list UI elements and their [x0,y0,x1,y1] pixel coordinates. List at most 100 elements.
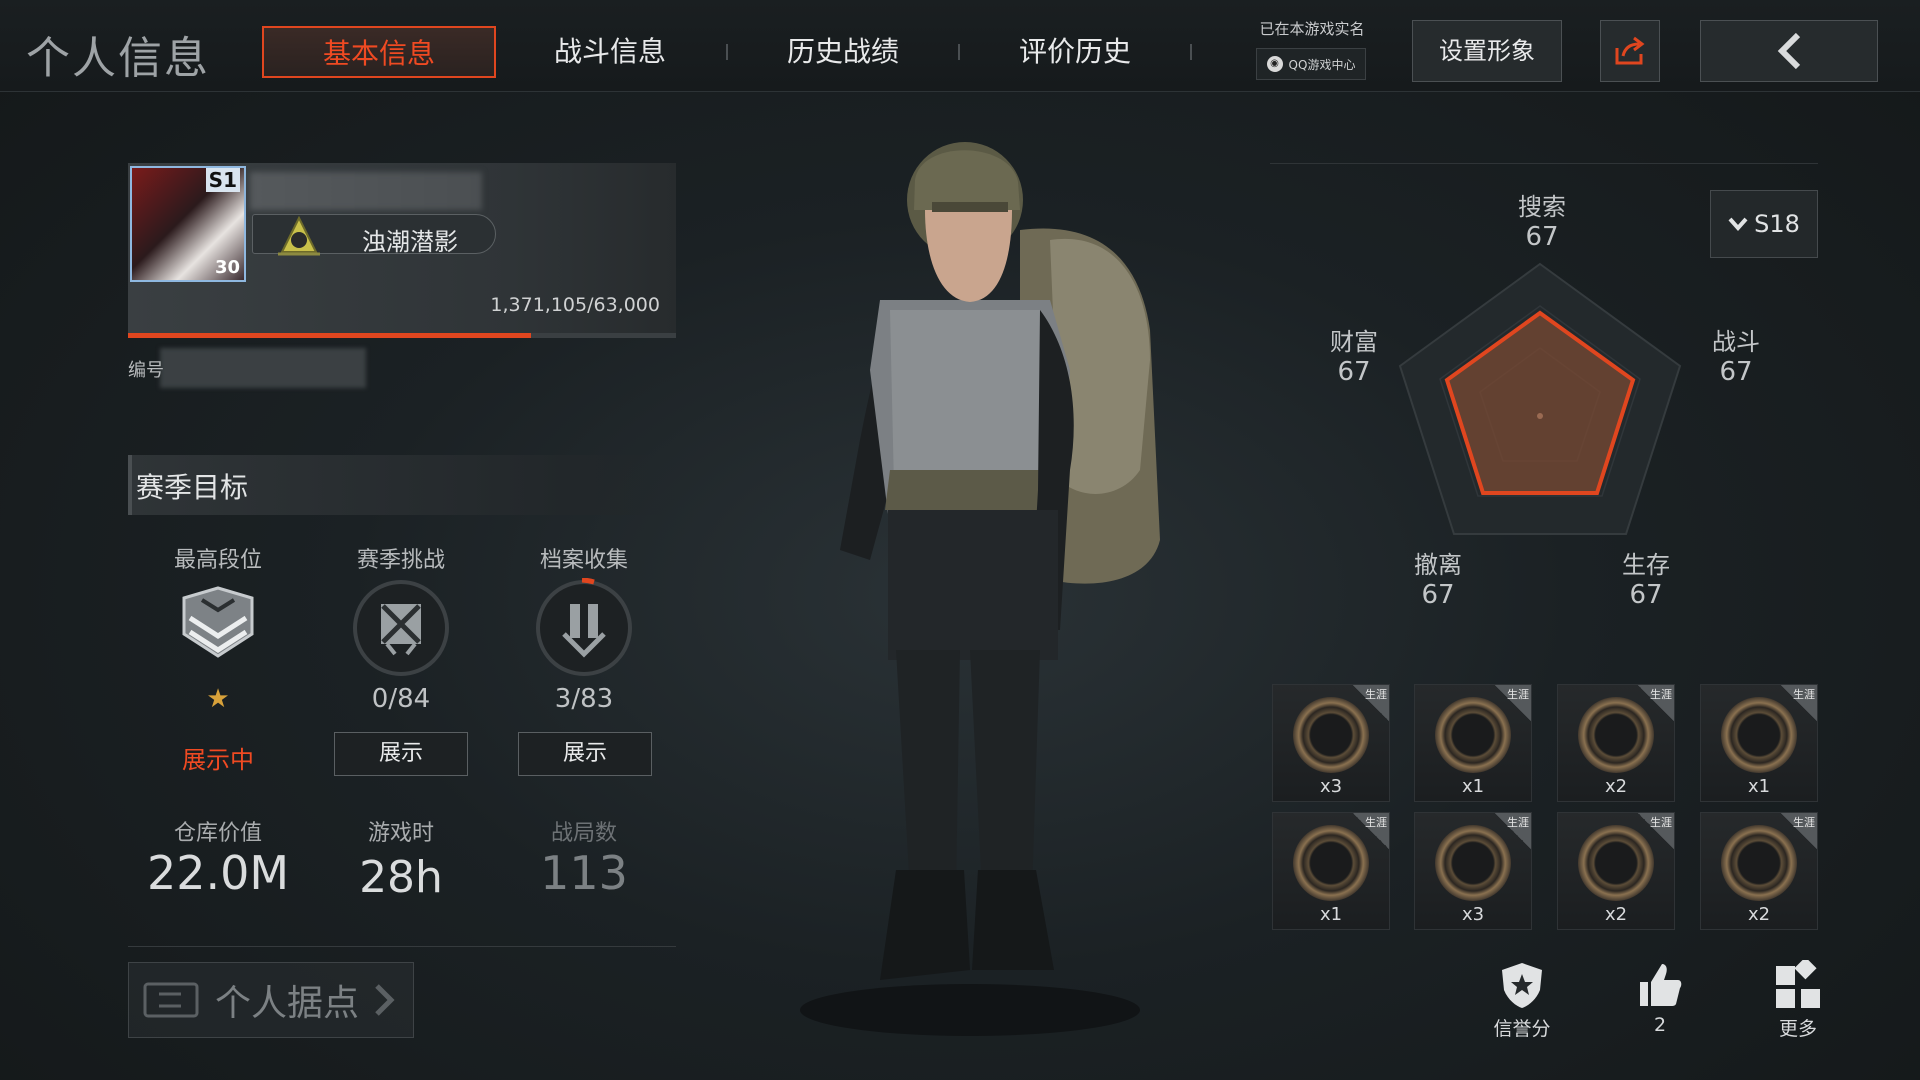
more-button[interactable]: 更多 [1758,960,1838,1041]
highest-rank-star: ★ [206,684,230,714]
season-select-dropdown[interactable]: S18 [1710,190,1818,258]
chevron-down-icon [1728,217,1748,231]
section-divider [128,946,676,947]
goal-label-highest-rank: 最高段位 [173,548,262,573]
medal-count: x2 [1604,904,1628,925]
xp-text: 1,371,105/63,000 [490,294,660,316]
medal-count: x3 [1319,776,1343,797]
stat-label-match-count: 战局数 [550,821,617,846]
personal-base-button[interactable]: 个人据点 [128,962,414,1038]
medal-tag-label: 生涯 [1650,688,1672,701]
tab-review-history[interactable]: 评价历史 [960,26,1190,78]
medal-count: x1 [1461,776,1485,797]
medal-slot[interactable]: 生涯 x1 [1414,684,1532,802]
avatar[interactable]: S1 30 [130,166,246,282]
tab-history-record[interactable]: 历史战绩 [728,26,958,78]
level-number: 30 [214,257,240,278]
warehouse-value: 22.0M [146,846,290,900]
share-icon [1615,36,1645,65]
stat-label-play-time: 游戏时 [367,821,434,846]
qq-icon: ◉ [1266,56,1283,72]
shield-star-icon [1502,963,1542,1008]
radar-value-wealth: 67 [1337,357,1371,387]
player-name-blurred [250,172,482,210]
xp-progress-fill [128,333,531,338]
tab-battle-info[interactable]: 战斗信息 [495,26,725,78]
medal-career-tag: 生涯 [1638,685,1674,721]
medal-tag-label: 生涯 [1793,816,1815,829]
page-title: 个人信息 [26,33,210,84]
rank-emblem-icon [278,215,320,256]
medal-career-tag: 生涯 [1495,813,1531,849]
radar-label-extract: 撤离 67 [1414,551,1462,610]
medal-count: x1 [1319,904,1343,925]
radar-separator [1270,163,1818,164]
medal-slot[interactable]: 生涯 x1 [1272,812,1390,930]
rank-chevron-icon [182,586,254,658]
player-id-blurred [160,348,366,388]
medal-tag-label: 生涯 [1507,816,1529,829]
credit-score-label: 信誉分 [1493,1018,1551,1040]
radar-value-search: 67 [1525,222,1559,252]
play-time-value: 28h [359,852,443,903]
season-goals-title: 赛季目标 [136,471,249,504]
radar-value-extract: 67 [1421,580,1455,610]
medal-count: x3 [1461,904,1485,925]
medal-count: x2 [1747,904,1771,925]
archive-collection-progress: 3/83 [554,684,614,714]
medal-slot[interactable]: 生涯 x2 [1557,812,1675,930]
archive-collection-icon [536,578,632,676]
xp-progress-bar [128,333,676,338]
medal-slot[interactable]: 生涯 x2 [1557,684,1675,802]
qq-center-label: QQ游戏中心 [1288,57,1356,72]
share-button[interactable] [1600,20,1660,82]
medal-tag-label: 生涯 [1365,688,1387,701]
like-button[interactable]: 2 [1620,960,1700,1036]
season-challenge-icon [353,580,449,676]
goal-label-archive: 档案收集 [539,548,628,573]
medal-count: x1 [1747,776,1771,797]
show-season-challenge-button[interactable]: 展示 [334,732,468,776]
radar-value-combat: 67 [1719,357,1753,387]
radar-value-survival: 67 [1629,580,1663,610]
medal-career-tag: 生涯 [1781,685,1817,721]
qq-center-button[interactable]: ◉ QQ游戏中心 [1256,48,1366,80]
medal-tag-label: 生涯 [1650,816,1672,829]
medal-career-tag: 生涯 [1495,685,1531,721]
medal-tag-label: 生涯 [1793,688,1815,701]
season-challenge-progress: 0/84 [371,684,431,714]
realname-note: 已在本游戏实名 [1259,20,1365,38]
radar-label-search: 搜索 67 [1518,193,1566,252]
tab-basic-info[interactable]: 基本信息 [262,26,496,78]
like-count: 2 [1653,1014,1667,1036]
season-select-label: S18 [1754,210,1800,238]
medal-slot[interactable]: 生涯 x1 [1700,684,1818,802]
tab-divider [1190,44,1192,60]
medal-tag-label: 生涯 [1507,688,1529,701]
personal-base-label: 个人据点 [215,983,360,1024]
medal-career-tag: 生涯 [1638,813,1674,849]
medal-slot[interactable]: 生涯 x3 [1414,812,1532,930]
medal-slot[interactable]: 生涯 x2 [1700,812,1818,930]
credit-score-button[interactable]: 信誉分 [1482,960,1562,1041]
grid-more-icon [1776,960,1820,1008]
character-model [800,142,1160,1036]
medal-career-tag: 生涯 [1353,685,1389,721]
thumbs-up-icon [1640,964,1682,1006]
medal-career-tag: 生涯 [1781,813,1817,849]
radar-chart [1398,262,1682,535]
radar-label-survival: 生存 67 [1622,551,1670,610]
medal-slot[interactable]: 生涯 x3 [1272,684,1390,802]
set-appearance-button[interactable]: 设置形象 [1412,20,1562,82]
stat-label-warehouse-value: 仓库价值 [173,821,262,846]
show-archive-button[interactable]: 展示 [518,732,652,776]
chevron-right-icon [375,984,395,1016]
back-button[interactable] [1700,20,1878,82]
medal-tag-label: 生涯 [1365,816,1387,829]
rank-name: 浊潮潜影 [362,228,458,256]
back-arrow-icon [1777,33,1801,69]
medal-count: x2 [1604,776,1628,797]
id-label: 编号 [128,360,164,381]
goal-label-season-challenge: 赛季挑战 [356,548,445,573]
radar-label-combat: 战斗 67 [1712,328,1760,387]
